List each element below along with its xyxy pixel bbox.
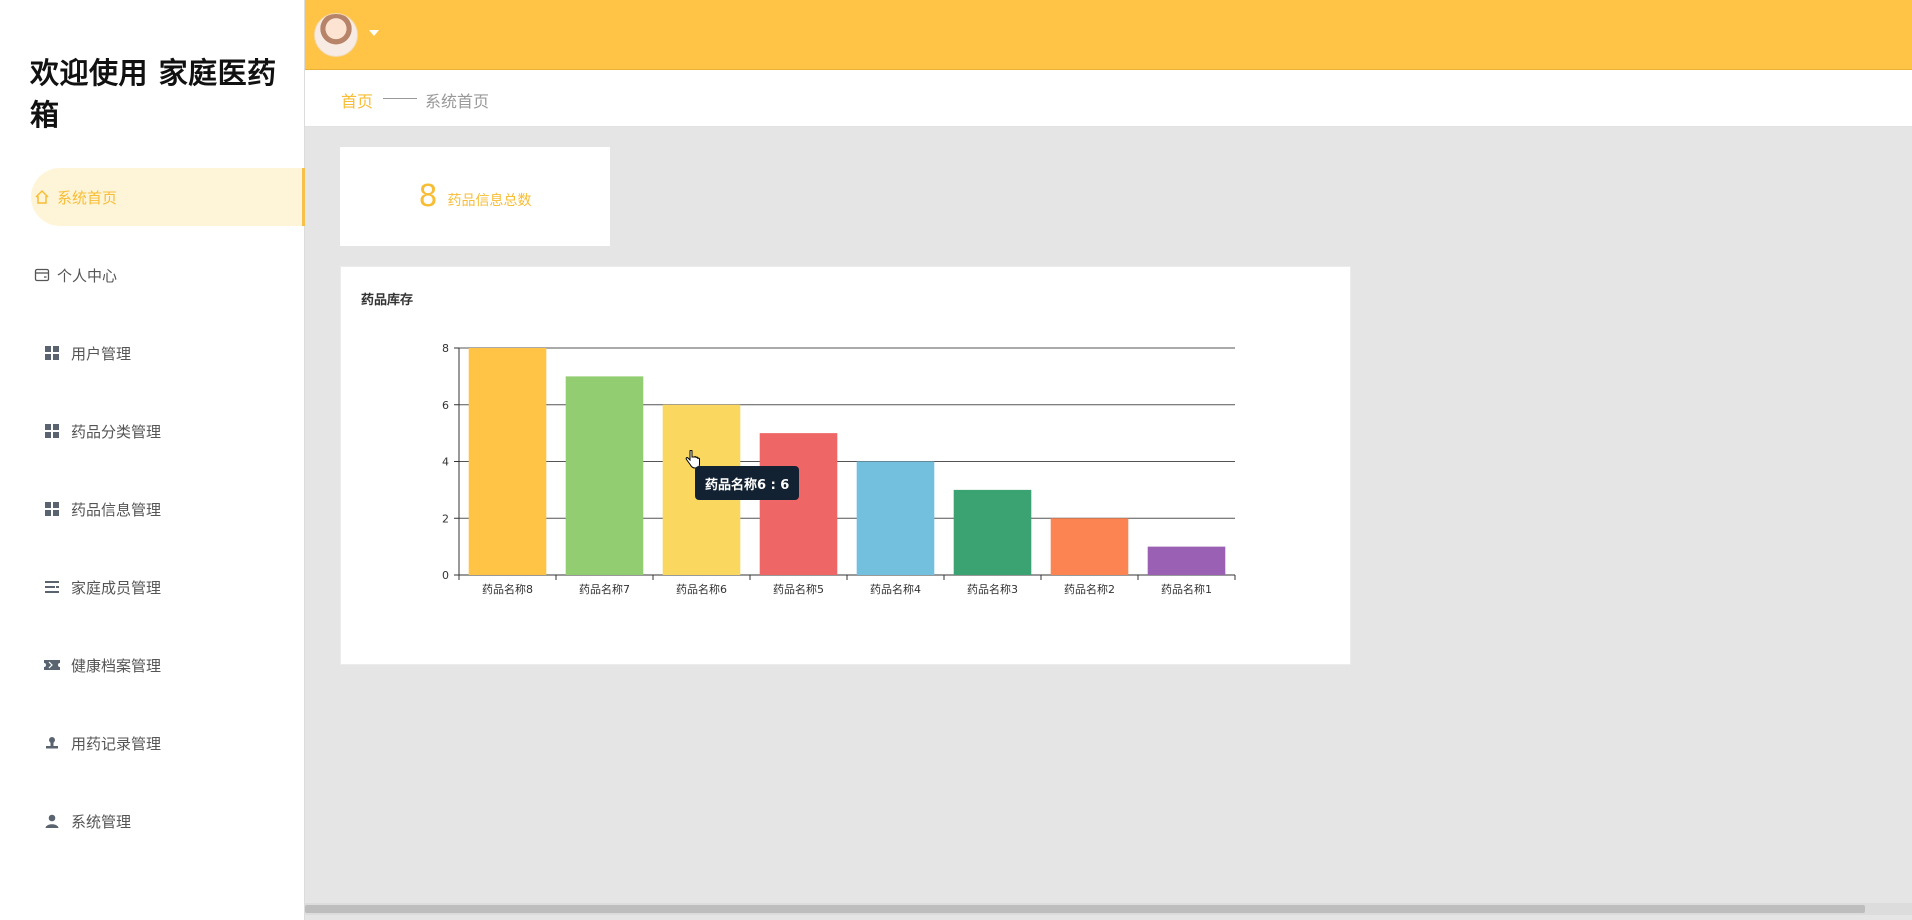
sidebar-item-user-management[interactable]: 用户管理 <box>31 324 305 382</box>
grid-icon <box>41 420 63 442</box>
bar-chart: 0 2 4 6 8 药品名称8 药品名称7 药品名称6 药品名称5 药品名称4 药品名称3 药品名称2… <box>442 342 1236 596</box>
sidebar-item-label: 家庭成员管理 <box>71 578 162 597</box>
x-tick-label: 药品名称5 <box>773 582 824 596</box>
sidebar-item-label: 系统首页 <box>57 188 118 207</box>
sidebar-item-label: 药品分类管理 <box>71 422 162 441</box>
sidebar-item-label: 用户管理 <box>71 344 132 363</box>
x-tick-label: 药品名称4 <box>870 582 921 596</box>
ticket-icon <box>41 654 63 676</box>
bar <box>565 376 644 575</box>
stat-value: 8 <box>418 179 438 214</box>
scrollbar-thumb[interactable] <box>305 905 1865 913</box>
x-tick-label: 药品名称2 <box>1064 582 1115 596</box>
app-title: 欢迎使用 家庭医药箱 <box>30 56 277 132</box>
y-tick-label: 2 <box>442 512 449 525</box>
bar <box>856 461 935 575</box>
breadcrumb-home[interactable]: 首页 <box>341 88 373 112</box>
x-tick-label: 药品名称8 <box>482 582 533 596</box>
sidebar-item-label: 用药记录管理 <box>71 734 162 753</box>
grid-icon <box>41 498 63 520</box>
sidebar-item-health-records[interactable]: 健康档案管理 <box>31 636 305 694</box>
x-tick-label: 药品名称1 <box>1161 582 1212 596</box>
wallet-icon <box>31 264 53 286</box>
y-tick-label: 0 <box>442 569 449 582</box>
sidebar-item-label: 药品信息管理 <box>71 500 162 519</box>
sidebar-item-label: 健康档案管理 <box>71 656 162 675</box>
chevron-down-icon[interactable] <box>369 30 379 36</box>
y-tick-label: 6 <box>442 399 449 412</box>
x-tick-label: 药品名称7 <box>579 582 630 596</box>
chart-card: 药品库存 0 2 4 6 8 药品名称8 药品名称7 药品名称6 药品名称5 药品名称4 药品名称3… <box>340 266 1351 665</box>
y-tick-label: 4 <box>442 456 449 469</box>
horizontal-scrollbar[interactable] <box>305 903 1912 915</box>
chart-tooltip: 药品名称6 : 6 <box>695 466 800 500</box>
bar <box>1050 518 1129 575</box>
sidebar-item-family-members[interactable]: 家庭成员管理 <box>31 558 305 616</box>
bar <box>953 489 1032 575</box>
stat-card: 8 药品信息总数 <box>340 147 610 246</box>
x-tick-label: 药品名称3 <box>967 582 1018 596</box>
breadcrumb: 首页 系统首页 <box>305 70 1912 127</box>
sidebar-item-drug-category[interactable]: 药品分类管理 <box>31 402 305 460</box>
x-tick-label: 药品名称6 <box>676 582 727 596</box>
stamp-icon <box>41 732 63 754</box>
grid-icon <box>41 342 63 364</box>
bar <box>1147 546 1226 575</box>
sidebar-item-system-management[interactable]: 系统管理 <box>31 792 305 850</box>
bar <box>759 433 838 575</box>
bar <box>468 348 547 575</box>
user-icon <box>41 810 63 832</box>
breadcrumb-current: 系统首页 <box>425 92 490 111</box>
list-icon <box>41 576 63 598</box>
sidebar-item-medication-records[interactable]: 用药记录管理 <box>31 714 305 772</box>
stat-label: 药品信息总数 <box>447 192 532 209</box>
home-icon <box>31 186 53 208</box>
sidebar-item-label: 系统管理 <box>71 812 132 831</box>
top-bar <box>305 0 1912 70</box>
y-tick-label: 8 <box>442 342 449 355</box>
sidebar-item-personal-center[interactable]: 个人中心 <box>31 246 305 304</box>
breadcrumb-separator <box>383 98 417 99</box>
sidebar-item-drug-info[interactable]: 药品信息管理 <box>31 480 305 538</box>
sidebar-item-label: 个人中心 <box>57 266 118 285</box>
avatar[interactable] <box>314 13 358 57</box>
sidebar: 欢迎使用 家庭医药箱 系统首页 个人中心 用户管理 药品分类管理 药品信息管理 … <box>0 0 305 920</box>
sidebar-item-home[interactable]: 系统首页 <box>31 168 305 226</box>
